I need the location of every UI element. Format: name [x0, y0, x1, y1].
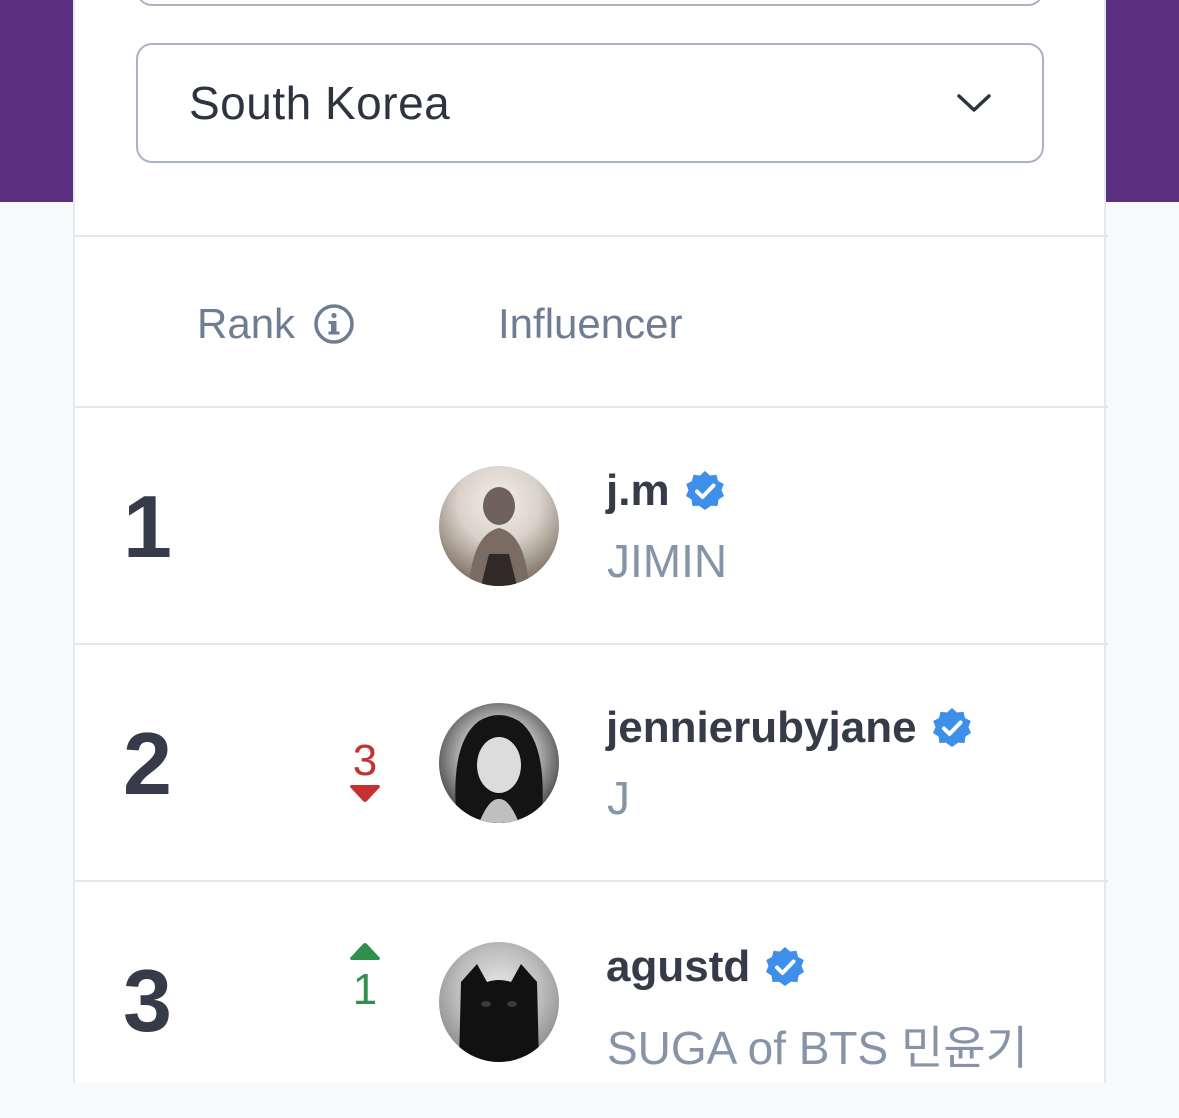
rank-header-label: Rank: [197, 300, 296, 347]
table-header: Rank Influencer: [75, 237, 1108, 407]
country-select-value: South Korea: [189, 77, 451, 129]
arrow-up-icon: [350, 943, 380, 960]
influencer-column-header: Influencer: [498, 300, 683, 347]
rank-change-value: 1: [352, 965, 378, 1014]
avatar[interactable]: [439, 942, 559, 1062]
influencer-handle[interactable]: j.m: [606, 466, 726, 516]
handle-text: agustd: [606, 942, 751, 991]
rank-number: 3: [123, 951, 172, 1050]
rank-column-header: Rank: [197, 300, 355, 348]
influencer-handle[interactable]: jennierubyjane: [606, 703, 973, 753]
verified-badge-icon: [685, 471, 724, 510]
arrow-down-icon: [350, 785, 380, 802]
table-row[interactable]: 1 j.m JIMIN: [75, 408, 1108, 644]
info-icon[interactable]: [313, 303, 355, 345]
influencer-name: J: [607, 772, 630, 824]
handle-text: j.m: [606, 466, 670, 515]
influencer-name: SUGA of BTS 민윤기: [607, 1022, 1028, 1074]
ranking-card: South Korea Rank Influencer 1 j.m JIMIN …: [73, 0, 1108, 1083]
country-select[interactable]: South Korea: [136, 43, 1044, 163]
verified-badge-icon: [932, 708, 971, 747]
influencer-handle[interactable]: agustd: [606, 942, 806, 992]
rank-change-value: 3: [352, 736, 378, 785]
rank-change-down: 3: [340, 737, 390, 803]
avatar[interactable]: [439, 703, 559, 823]
chevron-down-icon: [957, 94, 991, 112]
rank-number: 2: [123, 714, 172, 813]
rank-number: 1: [123, 477, 172, 576]
verified-badge-icon: [766, 947, 805, 986]
rank-change-up: 1: [340, 942, 390, 1014]
influencer-name: JIMIN: [607, 535, 728, 587]
avatar[interactable]: [439, 466, 559, 586]
partial-filter-field[interactable]: [136, 0, 1044, 6]
table-row[interactable]: 2 3 jennierubyjane J: [75, 645, 1108, 881]
handle-text: jennierubyjane: [606, 703, 917, 752]
